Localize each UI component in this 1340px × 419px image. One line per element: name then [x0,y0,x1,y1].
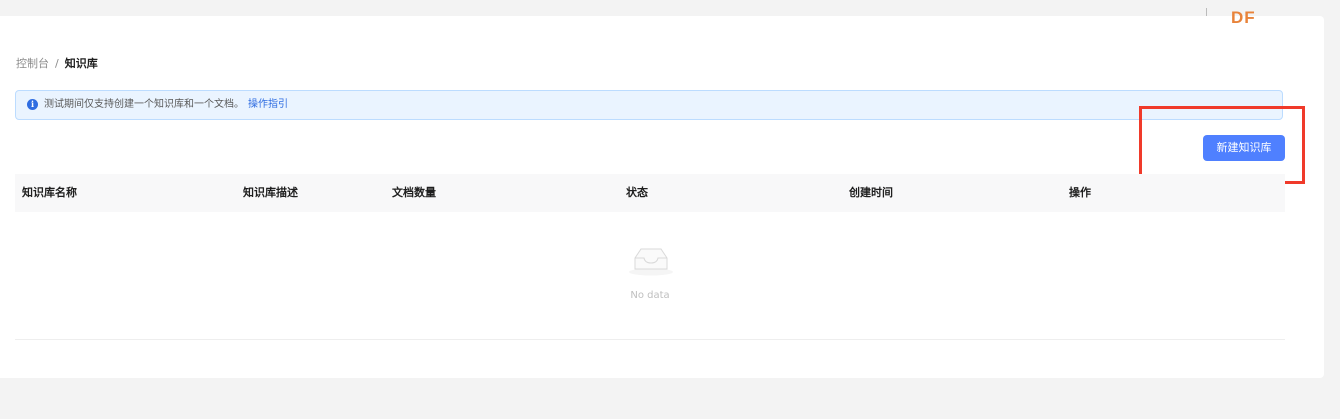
info-icon: i [27,99,38,110]
alert-message: 测试期间仅支持创建一个知识库和一个文档。 [44,99,244,110]
column-header-name: 知识库名称 [22,186,77,199]
empty-state-text: No data [630,290,670,301]
watermark-logo: DF [1231,8,1256,27]
breadcrumb: 控制台 / 知识库 [16,57,98,71]
alert-text: 测试期间仅支持创建一个知识库和一个文档。 操作指引 [44,98,288,112]
breadcrumb-item-console[interactable]: 控制台 [16,57,49,70]
column-header-doc-count: 文档数量 [392,186,436,199]
column-header-description: 知识库描述 [243,186,298,199]
info-alert: i 测试期间仅支持创建一个知识库和一个文档。 操作指引 [15,90,1283,120]
new-knowledge-base-button[interactable]: 新建知识库 [1203,135,1285,161]
guide-link[interactable]: 操作指引 [248,99,288,110]
empty-inbox-icon [627,244,675,280]
column-header-status: 状态 [626,186,648,199]
table-bottom-divider [15,339,1285,340]
table-header: 知识库名称 知识库描述 文档数量 状态 创建时间 操作 [15,174,1285,212]
column-header-actions: 操作 [1069,186,1091,199]
breadcrumb-item-knowledge-base: 知识库 [64,57,98,70]
column-header-created-time: 创建时间 [849,186,893,199]
watermark-tick [1206,8,1207,16]
breadcrumb-separator: / [55,57,59,70]
